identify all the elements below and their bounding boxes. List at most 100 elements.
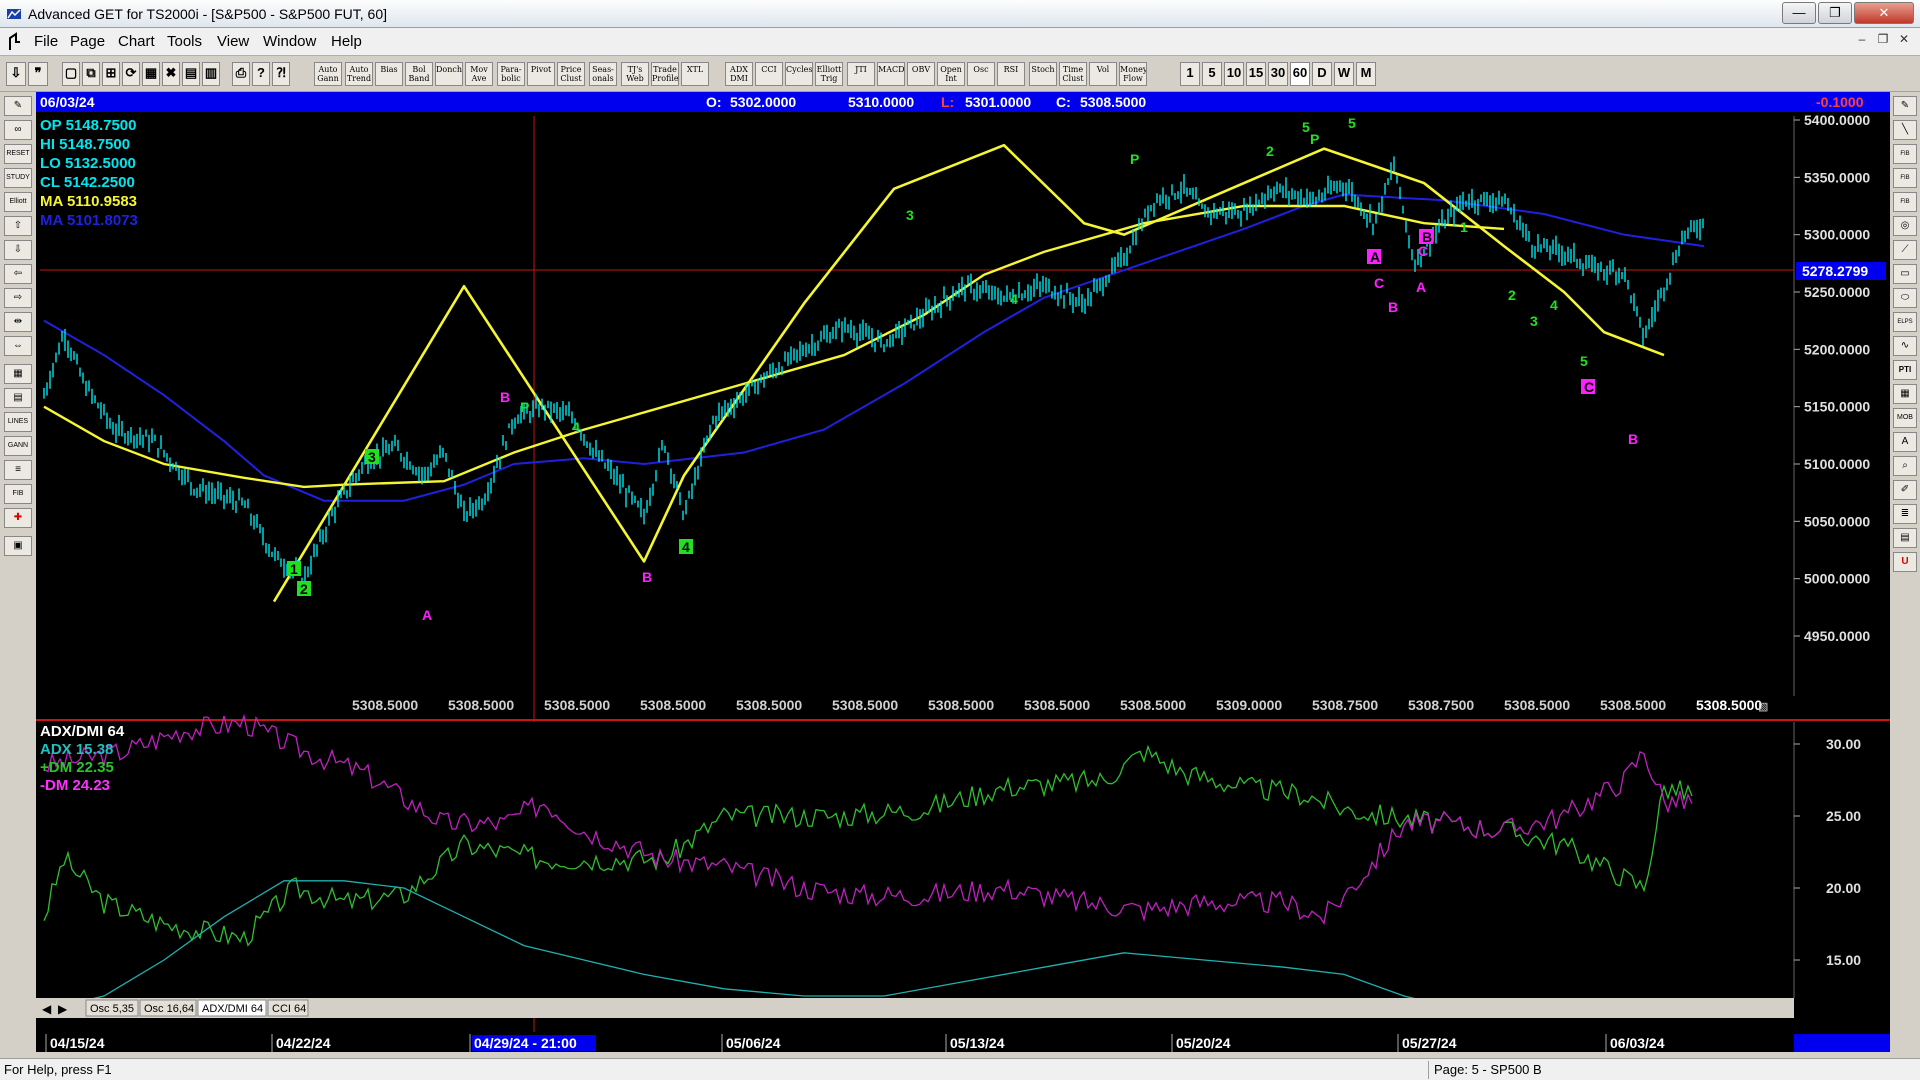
study-tool-icon[interactable]: STUDY <box>4 168 32 188</box>
mdi-close-icon[interactable]: ✕ <box>1894 32 1914 50</box>
close-button[interactable]: ✕ <box>1854 2 1914 24</box>
fib-tool-icon[interactable]: FIB <box>4 484 32 504</box>
indicator-tab-label[interactable]: Osc 5,35 <box>90 1003 134 1015</box>
menu-file[interactable]: File <box>34 33 58 50</box>
interval-btn-d[interactable]: D <box>1312 62 1332 86</box>
calc-icon[interactable]: ▦ <box>1893 384 1917 404</box>
indicator-tab-label[interactable]: Osc 16,64 <box>144 1003 194 1015</box>
quote-tool-icon[interactable]: ❞ <box>28 62 48 86</box>
table-tool-icon[interactable]: ▤ <box>4 388 32 408</box>
tile-icon[interactable]: ▤ <box>182 62 200 86</box>
toolbar-btn-jti[interactable]: JTI <box>847 62 875 86</box>
mob-icon[interactable]: MOB <box>1893 408 1917 428</box>
toolbar-btn-adx-dmi[interactable]: ADX DMI <box>725 62 753 86</box>
toolbar-btn-cci[interactable]: CCI <box>755 62 783 86</box>
toolbar-btn-donch[interactable]: Donch <box>435 62 463 86</box>
marker-icon[interactable]: ✐ <box>1893 480 1917 500</box>
expand-icon[interactable]: ⇔ <box>4 336 32 356</box>
up-arrow-icon[interactable]: ⇧ <box>4 216 32 236</box>
toolbar-btn-trade-profile[interactable]: Trade Profile <box>651 62 679 86</box>
toolbar-btn-rsi[interactable]: RSI <box>997 62 1025 86</box>
interval-btn-5[interactable]: 5 <box>1202 62 1222 86</box>
menu-view[interactable]: View <box>217 33 249 50</box>
menu-help[interactable]: Help <box>331 33 362 50</box>
toolbar-btn-open-int[interactable]: Open Int <box>937 62 965 86</box>
glasses-tool-icon[interactable]: ∞ <box>4 120 32 140</box>
channel-icon[interactable]: ▭ <box>1893 264 1917 284</box>
down-arrow-icon[interactable]: ⇩ <box>4 240 32 260</box>
lines-tool-icon[interactable]: LINES <box>4 412 32 432</box>
interval-btn-m[interactable]: M <box>1356 62 1376 86</box>
toolbar-btn-seas-onals[interactable]: Seas-onals <box>589 62 617 86</box>
toolbar-btn-auto-gann[interactable]: Auto Gann <box>314 62 342 86</box>
left-arrow-icon[interactable]: ⇦ <box>4 264 32 284</box>
new-page-icon[interactable]: ▢ <box>62 62 80 86</box>
compress-icon[interactable]: ⇹ <box>4 312 32 332</box>
toolbar-btn-vol[interactable]: Vol <box>1089 62 1117 86</box>
fib-ret-icon[interactable]: FIB RET <box>1893 144 1917 175</box>
right-arrow-icon[interactable]: ⇨ <box>4 288 32 308</box>
pointer-tool-icon[interactable]: ⇩ <box>6 62 26 86</box>
mdi-minimize-icon[interactable]: ‒ <box>1852 32 1872 50</box>
interval-btn-60[interactable]: 60 <box>1290 62 1310 86</box>
mdi-restore-icon[interactable]: ❐ <box>1873 32 1893 50</box>
wave-icon[interactable]: ∿ <box>1893 336 1917 356</box>
scroll-icon[interactable]: ▧ <box>1758 701 1768 713</box>
zoom-icon[interactable]: ⌕ <box>1893 456 1917 476</box>
note-icon[interactable]: ▤ <box>1893 528 1917 548</box>
gann-tool-icon[interactable]: GANN <box>4 436 32 456</box>
minimize-button[interactable]: — <box>1782 2 1816 24</box>
grid-icon[interactable]: ▦ <box>142 62 160 86</box>
cursor-tool-icon[interactable]: ✎ <box>4 96 32 116</box>
toolbar-btn-mov-ave[interactable]: Mov Ave <box>465 62 493 86</box>
toolbar-btn-osc[interactable]: Osc <box>967 62 995 86</box>
toolbar-btn-time-clust[interactable]: Time Clust <box>1059 62 1087 86</box>
toolbar-btn-macd[interactable]: MACD <box>877 62 905 86</box>
ellps-icon[interactable]: ELPS <box>1893 312 1917 332</box>
chart-area[interactable]: 06/03/24 O: 5302.0000 5310.0000 L: 5301.… <box>36 92 1890 1052</box>
interval-btn-w[interactable]: W <box>1334 62 1354 86</box>
reset-tool-icon[interactable]: RESET <box>4 144 32 164</box>
elliott-tool-icon[interactable]: Elliott <box>4 192 32 212</box>
pti-icon[interactable]: PTI <box>1893 360 1917 380</box>
context-help-icon[interactable]: ⁈ <box>272 62 290 86</box>
tab-scroll-right-icon[interactable]: ▶ <box>58 1002 68 1016</box>
menu-tools[interactable]: Tools <box>167 33 202 50</box>
toolbar-btn-xtl[interactable]: XTL <box>681 62 709 86</box>
menu-chart[interactable]: Chart <box>118 33 155 50</box>
fib-time-icon[interactable]: FIB TIME <box>1893 192 1917 223</box>
toolbar-btn-price-clust[interactable]: Price Clust <box>557 62 585 86</box>
cascade-icon[interactable]: ▥ <box>202 62 220 86</box>
interval-btn-30[interactable]: 30 <box>1268 62 1288 86</box>
toolbar-btn-para-bolic[interactable]: Para-bolic <box>497 62 525 86</box>
interval-btn-1[interactable]: 1 <box>1180 62 1200 86</box>
toolbar-btn-bias[interactable]: Bias <box>375 62 403 86</box>
chart-svg[interactable]: 06/03/24 O: 5302.0000 5310.0000 L: 5301.… <box>36 92 1890 1052</box>
toolbar-btn-cycles[interactable]: Cycles <box>785 62 813 86</box>
print-icon[interactable]: ⎙ <box>232 62 250 86</box>
refresh-icon[interactable]: ⟳ <box>122 62 140 86</box>
crosshair-icon[interactable]: ✚ <box>4 508 32 528</box>
maximize-button[interactable]: ❐ <box>1818 2 1852 24</box>
circle-icon[interactable]: ◎ <box>1893 216 1917 236</box>
toolbar-btn-tj-s-web[interactable]: TJ's Web <box>621 62 649 86</box>
menu-window[interactable]: Window <box>263 33 316 50</box>
interval-btn-10[interactable]: 10 <box>1224 62 1244 86</box>
grid-tool-icon[interactable]: ▦ <box>4 364 32 384</box>
toolbar-btn-stoch[interactable]: Stoch <box>1029 62 1057 86</box>
text-tool-icon[interactable]: A <box>1893 432 1917 452</box>
ellipse-icon[interactable]: ⬭ <box>1893 288 1917 308</box>
toolbar-btn-money-flow[interactable]: Money Flow <box>1119 62 1147 86</box>
fib-ext-icon[interactable]: FIB EXT <box>1893 168 1917 199</box>
fan-icon[interactable]: ⟋ <box>1893 240 1917 260</box>
layers-icon[interactable]: ≣ <box>1893 504 1917 524</box>
magnet-icon[interactable]: U <box>1893 552 1917 572</box>
menu-page[interactable]: Page <box>70 33 105 50</box>
toolbar-btn-auto-trend[interactable]: Auto Trend <box>345 62 373 86</box>
delete-icon[interactable]: ✖ <box>162 62 180 86</box>
mdi-child-icon[interactable] <box>6 32 24 52</box>
notes-tool-icon[interactable]: ▣ <box>4 536 32 556</box>
toolbar-btn-elliott-trig[interactable]: Elliott Trig <box>815 62 843 86</box>
indicator-tab-label[interactable]: ADX/DMI 64 <box>202 1003 263 1015</box>
line-draw-icon[interactable]: ╲ <box>1893 120 1917 140</box>
